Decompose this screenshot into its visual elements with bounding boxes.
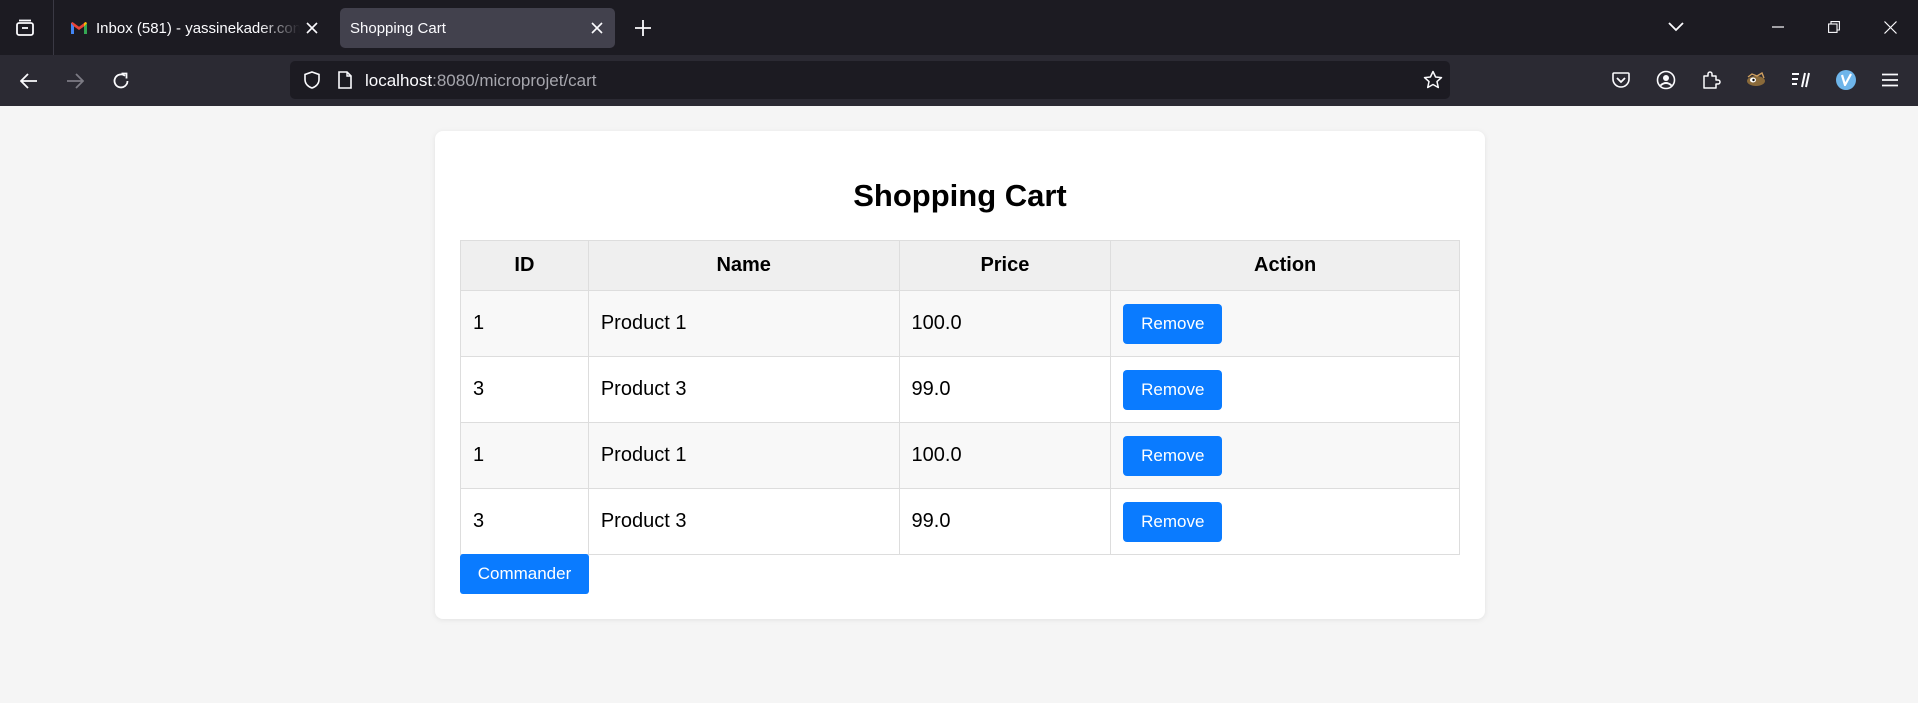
remove-button[interactable]: Remove (1123, 303, 1223, 344)
minimize-icon[interactable] (1760, 12, 1796, 42)
cart-container: Shopping Cart ID Name Price Action 1 Pro… (435, 131, 1485, 619)
shield-icon[interactable] (298, 67, 326, 93)
tab-list-icon[interactable] (10, 14, 40, 42)
page-icon[interactable] (332, 67, 358, 93)
url-host: localhost (365, 71, 433, 90)
table-header-row: ID Name Price Action (460, 240, 1460, 291)
close-icon[interactable] (300, 16, 324, 40)
remove-button[interactable]: Remove (1123, 501, 1223, 542)
pocket-icon[interactable] (1607, 66, 1635, 94)
chevron-down-icon[interactable] (1658, 12, 1694, 42)
gmail-icon (70, 21, 88, 35)
cart-table: ID Name Price Action 1 Product 1 100.0 R… (460, 240, 1460, 555)
tab-separator (53, 0, 54, 55)
close-icon[interactable] (585, 16, 609, 40)
window-close-icon[interactable] (1872, 12, 1908, 42)
tab-title: Inbox (581) - yassinekader.contact@gmail… (96, 19, 300, 37)
cell-price: 99.0 (898, 488, 1112, 555)
column-header-id: ID (460, 240, 589, 291)
remove-button[interactable]: Remove (1123, 435, 1223, 476)
forward-icon[interactable] (60, 67, 90, 95)
account-icon[interactable] (1652, 66, 1680, 94)
column-header-price: Price (898, 240, 1112, 291)
plus-icon[interactable] (628, 14, 658, 42)
cell-id: 1 (460, 290, 589, 357)
extension-icon[interactable] (1742, 66, 1770, 94)
cell-price: 99.0 (898, 356, 1112, 423)
reload-icon[interactable] (106, 67, 136, 95)
tab-title: Shopping Cart (350, 19, 446, 37)
menu-icon[interactable] (1876, 66, 1904, 94)
table-row: 1 Product 1 100.0 Remove (460, 422, 1460, 489)
url-bar[interactable]: localhost:8080/microprojet/cart (290, 61, 1450, 99)
cell-action: Remove (1110, 290, 1460, 357)
cell-id: 3 (460, 356, 589, 423)
cell-name: Product 1 (587, 290, 900, 357)
extension-v-icon[interactable] (1832, 66, 1860, 94)
star-icon[interactable] (1420, 67, 1446, 93)
table-row: 3 Product 3 99.0 Remove (460, 488, 1460, 555)
table-row: 3 Product 3 99.0 Remove (460, 356, 1460, 423)
cell-action: Remove (1110, 488, 1460, 555)
order-button[interactable]: Commander (460, 554, 589, 594)
cell-action: Remove (1110, 422, 1460, 489)
cell-id: 1 (460, 422, 589, 489)
extensions-icon[interactable] (1697, 66, 1725, 94)
cell-name: Product 3 (587, 488, 900, 555)
restore-icon[interactable] (1816, 12, 1852, 42)
url-path: :8080/microprojet/cart (432, 71, 597, 90)
page-title: Shopping Cart (853, 178, 1067, 213)
tab-shopping-cart[interactable]: Shopping Cart (340, 8, 615, 48)
cell-price: 100.0 (898, 422, 1112, 489)
column-header-action: Action (1110, 240, 1460, 291)
back-icon[interactable] (14, 67, 44, 95)
tab-inbox[interactable]: Inbox (581) - yassinekader.contact@gmail… (60, 8, 330, 48)
cell-price: 100.0 (898, 290, 1112, 357)
cell-id: 3 (460, 488, 589, 555)
remove-button[interactable]: Remove (1123, 369, 1223, 410)
cell-name: Product 1 (587, 422, 900, 489)
table-row: 1 Product 1 100.0 Remove (460, 290, 1460, 357)
url-text[interactable]: localhost:8080/microprojet/cart (365, 71, 597, 91)
cell-name: Product 3 (587, 356, 900, 423)
cell-action: Remove (1110, 356, 1460, 423)
column-header-name: Name (587, 240, 900, 291)
library-icon[interactable] (1787, 66, 1815, 94)
tab-bar: Inbox (581) - yassinekader.contact@gmail… (0, 0, 1918, 55)
